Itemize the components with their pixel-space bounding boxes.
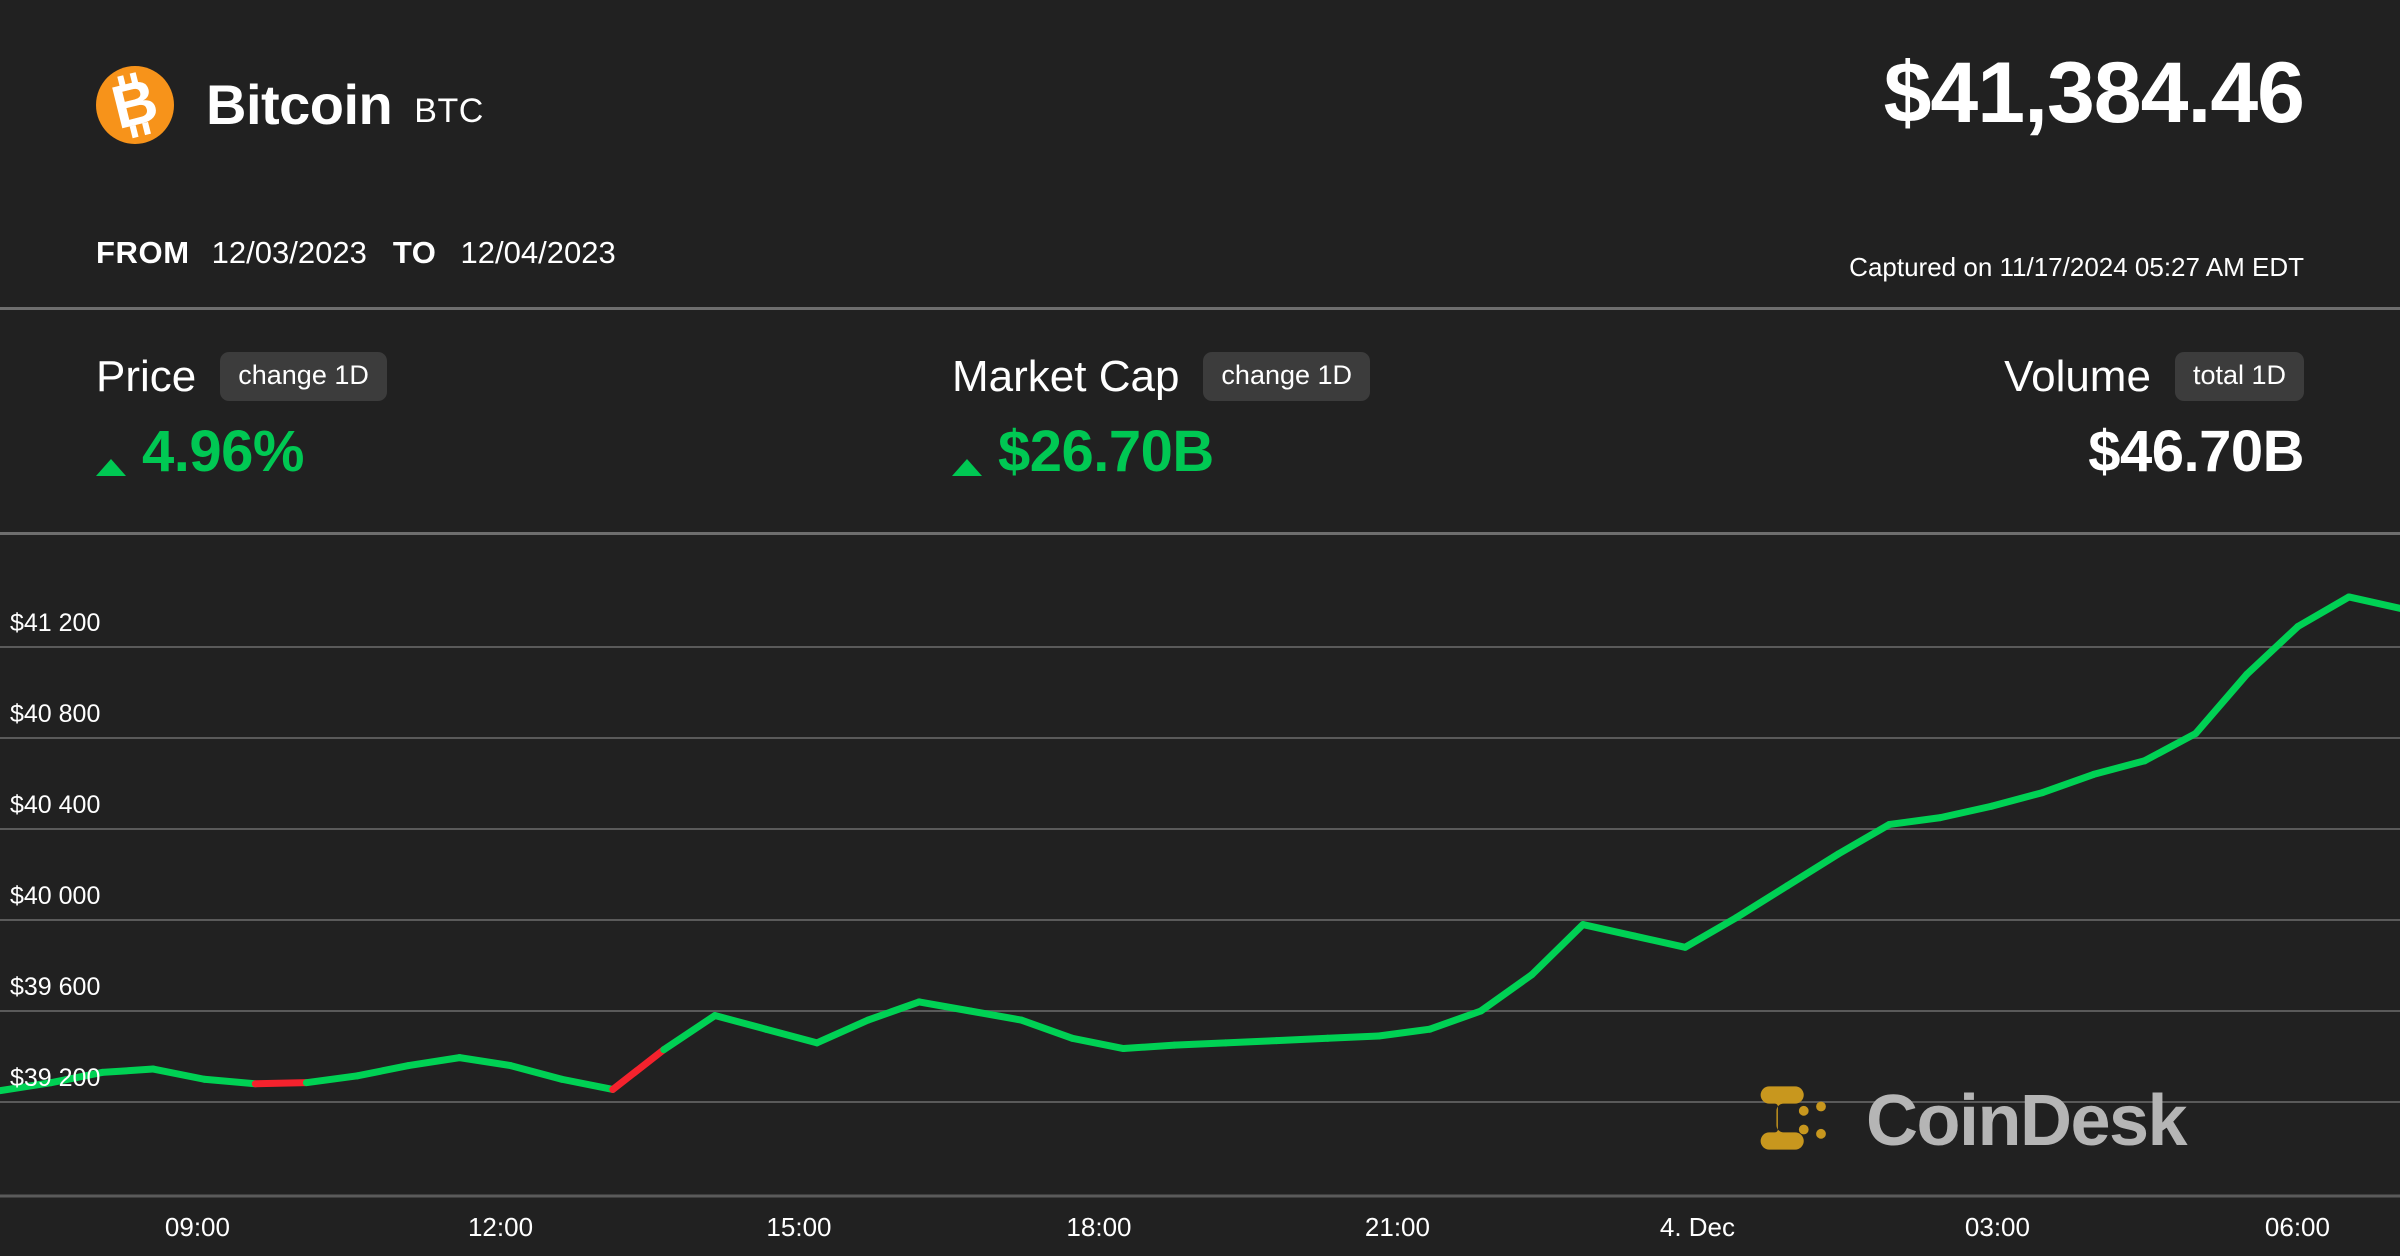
price-line-segment bbox=[353, 1062, 413, 1080]
price-line-segment bbox=[813, 1016, 872, 1047]
x-axis-tick-label: 18:00 bbox=[1066, 1212, 1132, 1242]
y-axis-tick-label: $39 200 bbox=[10, 1064, 101, 1092]
price-line-segment bbox=[2192, 670, 2251, 737]
stat-market-cap-value-row: $26.70B bbox=[952, 423, 1370, 481]
price-line-segment bbox=[915, 998, 974, 1015]
price-line-segment bbox=[149, 1065, 208, 1083]
price-line-segment bbox=[1324, 1032, 1383, 1042]
x-axis-tick-label: 12:00 bbox=[467, 1212, 534, 1242]
price-line-segment bbox=[660, 1012, 719, 1054]
coindesk-watermark: CoinDesk bbox=[1752, 1072, 2188, 1169]
price-line-segment bbox=[2243, 623, 2302, 678]
current-price: $41,384.46 bbox=[1883, 45, 2305, 141]
price-line-segment bbox=[302, 1072, 361, 1087]
coin-ticker: BTC bbox=[414, 92, 484, 130]
price-line-segment bbox=[1885, 814, 1944, 828]
stat-volume-title: Volume bbox=[2004, 351, 2151, 401]
coindesk-wordmark: CoinDesk bbox=[1866, 1080, 2188, 1161]
price-line-segment bbox=[1068, 1034, 1127, 1053]
price-line-segment bbox=[1987, 789, 2047, 810]
price-line-segment bbox=[1119, 1041, 1178, 1053]
to-label: TO bbox=[392, 235, 437, 270]
price-line-segment bbox=[1222, 1037, 1281, 1047]
header: B Bitcoin BTC FROM 12/03/2023 TO 12/04/2… bbox=[0, 0, 2400, 310]
stats-row: Price change 1D 4.96% Market Cap change … bbox=[0, 310, 2400, 535]
stat-price-header: Price change 1D bbox=[96, 352, 387, 401]
bitcoin-price-chart-card: B Bitcoin BTC FROM 12/03/2023 TO 12/04/2… bbox=[0, 0, 2400, 1256]
stat-volume-pill: total 1D bbox=[2174, 352, 2304, 401]
price-line-segment bbox=[1017, 1016, 1076, 1042]
price-line-segment bbox=[507, 1062, 566, 1083]
price-line-segment bbox=[1936, 802, 1995, 822]
price-line-segment bbox=[98, 1065, 157, 1076]
price-line-segment bbox=[1273, 1034, 1332, 1045]
price-line-segment bbox=[456, 1054, 515, 1070]
price-line-segment bbox=[1170, 1039, 1230, 1049]
stat-price: Price change 1D 4.96% bbox=[96, 310, 387, 481]
price-line-segment bbox=[558, 1075, 617, 1093]
stat-price-value-row: 4.96% bbox=[96, 423, 387, 481]
stat-market-cap-value: $26.70B bbox=[998, 419, 1214, 484]
x-axis-tick-label: 03:00 bbox=[1964, 1212, 2030, 1242]
stat-price-title: Price bbox=[96, 351, 197, 401]
brand: B Bitcoin BTC bbox=[96, 66, 484, 144]
stat-market-cap: Market Cap change 1D $26.70B bbox=[952, 310, 1371, 481]
x-axis-tick-label: 06:00 bbox=[2264, 1212, 2330, 1242]
date-range: FROM 12/03/2023 TO 12/04/2023 bbox=[96, 235, 616, 271]
price-line-segment bbox=[405, 1054, 464, 1070]
price-line-segment bbox=[711, 1012, 770, 1033]
price-line-segment bbox=[2294, 593, 2353, 631]
price-line-segment bbox=[251, 1079, 310, 1088]
captured-timestamp: Captured on 11/17/2024 05:27 AM EDT bbox=[1849, 252, 2304, 282]
stat-price-pill: change 1D bbox=[220, 352, 387, 401]
price-line-segment bbox=[1426, 1007, 1485, 1033]
x-axis-tick-label: 09:00 bbox=[164, 1212, 230, 1242]
stat-volume-header: Volume total 1D bbox=[2004, 352, 2304, 401]
y-axis-tick-label: $40 000 bbox=[10, 882, 101, 910]
price-line-segment bbox=[1732, 882, 1791, 922]
price-line-segment bbox=[1528, 921, 1587, 979]
to-date: 12/04/2023 bbox=[460, 235, 616, 270]
x-axis-tick-label: 4. Dec bbox=[1659, 1212, 1736, 1242]
price-line-segment bbox=[1630, 932, 1689, 951]
x-axis-tick-label: 21:00 bbox=[1364, 1212, 1430, 1242]
stat-volume-value: $46.70B bbox=[2088, 419, 2304, 484]
coin-name: Bitcoin bbox=[206, 73, 393, 136]
price-line-segment bbox=[762, 1025, 821, 1047]
stat-market-cap-header: Market Cap change 1D bbox=[952, 351, 1371, 401]
x-axis-tick-label: 15:00 bbox=[766, 1212, 832, 1242]
stat-market-cap-pill: change 1D bbox=[1203, 352, 1371, 401]
price-line-segment bbox=[1783, 850, 1842, 890]
price-line-segment bbox=[966, 1007, 1025, 1024]
price-line-segment bbox=[2345, 593, 2400, 612]
price-line-segment bbox=[1477, 971, 1536, 1015]
triangle-up-icon bbox=[96, 458, 126, 476]
price-line-segment bbox=[1681, 914, 1740, 951]
price-line-segment bbox=[1375, 1025, 1434, 1040]
stat-market-cap-title: Market Cap bbox=[952, 351, 1180, 401]
stat-volume-value-row: $46.70B bbox=[2004, 423, 2304, 481]
stat-price-value: 4.96% bbox=[142, 419, 304, 484]
y-axis-tick-label: $40 400 bbox=[10, 791, 101, 819]
price-line-segment bbox=[1579, 921, 1638, 940]
stat-volume: Volume total 1D $46.70B bbox=[2004, 310, 2304, 481]
price-line-segment bbox=[200, 1075, 259, 1088]
price-line-segment bbox=[2039, 770, 2098, 797]
y-axis-tick-label: $39 600 bbox=[10, 973, 101, 1001]
from-date: 12/03/2023 bbox=[211, 235, 367, 270]
price-line-segment bbox=[2090, 757, 2149, 778]
bitcoin-icon: B bbox=[96, 66, 174, 144]
triangle-up-icon bbox=[952, 458, 982, 476]
coindesk-logo-icon bbox=[1752, 1072, 1844, 1169]
y-axis-tick-label: $40 800 bbox=[10, 700, 101, 728]
y-axis-tick-label: $41 200 bbox=[10, 609, 101, 637]
from-label: FROM bbox=[96, 235, 190, 270]
price-line-segment bbox=[609, 1046, 668, 1093]
